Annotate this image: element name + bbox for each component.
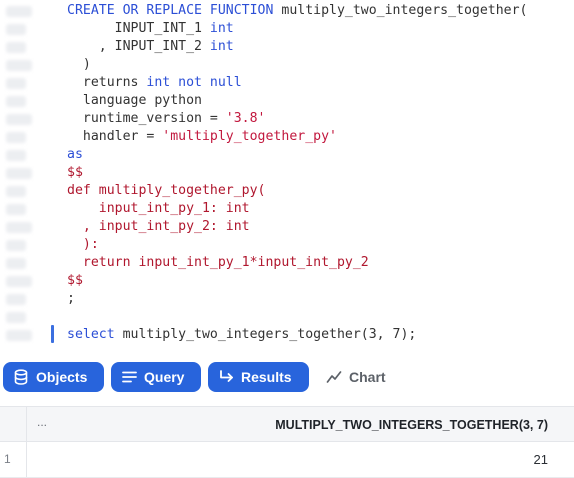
code-token: as <box>67 147 83 162</box>
code-line[interactable]: ): <box>67 236 528 254</box>
line-number <box>6 96 26 107</box>
code-token: language python <box>67 93 202 108</box>
line-number <box>6 168 32 179</box>
line-number <box>6 42 26 53</box>
code-line[interactable]: as <box>67 146 528 164</box>
tab-query-label: Query <box>144 369 185 385</box>
code-token: ): <box>67 237 99 252</box>
line-number <box>6 240 26 251</box>
line-number <box>6 294 26 305</box>
line-number <box>6 78 26 89</box>
tab-results-label: Results <box>241 369 292 385</box>
code-token: int <box>209 21 234 36</box>
line-number <box>6 150 26 161</box>
result-tabs: Objects Query Results Chart <box>0 352 574 402</box>
code-line[interactable]: ) <box>67 56 528 74</box>
line-number <box>6 60 32 71</box>
line-number <box>6 222 32 233</box>
lines-icon <box>121 369 137 385</box>
code-token: int <box>209 39 234 54</box>
line-number <box>6 114 32 125</box>
code-line[interactable] <box>67 308 528 326</box>
line-number <box>6 186 26 197</box>
code-token: $$ <box>67 165 83 180</box>
code-line[interactable]: handler = 'multiply_together_py' <box>67 128 528 146</box>
line-number <box>6 276 32 287</box>
active-statement-marker <box>51 325 54 343</box>
results-header-row: ... MULTIPLY_TWO_INTEGERS_TOGETHER(3, 7) <box>0 406 574 442</box>
tab-objects-label: Objects <box>36 369 88 385</box>
code-line[interactable]: , INPUT_INT_2 int <box>67 38 528 56</box>
code-token: CREATE OR REPLACE FUNCTION <box>67 3 282 18</box>
code-token: , input_int_py_2: int <box>67 219 250 234</box>
sql-editor[interactable]: CREATE OR REPLACE FUNCTION multiply_two_… <box>0 0 574 352</box>
code-line[interactable]: , input_int_py_2: int <box>67 218 528 236</box>
code-token: 'multiply_together_py' <box>162 129 337 144</box>
code-token: ) <box>67 57 91 72</box>
tab-results[interactable]: Results <box>208 362 309 392</box>
line-number <box>6 204 26 215</box>
code-token: input_int_py_1: int <box>67 201 250 216</box>
line-number <box>6 312 26 323</box>
code-line[interactable]: input_int_py_1: int <box>67 200 528 218</box>
code-token: '3.8' <box>225 111 266 126</box>
code-token: handler = <box>67 129 163 144</box>
code-line[interactable]: language python <box>67 92 528 110</box>
code-line[interactable]: select multiply_two_integers_together(3,… <box>67 326 528 344</box>
table-row[interactable]: 1 21 <box>0 442 574 478</box>
line-number-gutter <box>0 0 38 352</box>
header-menu[interactable]: ... <box>37 415 47 429</box>
code-token: returns <box>67 75 147 90</box>
line-number <box>6 6 32 17</box>
code-token: select <box>67 327 123 342</box>
line-chart-icon <box>326 369 342 385</box>
line-number <box>6 330 32 341</box>
code-token: runtime_version = <box>67 111 226 126</box>
code-area[interactable]: CREATE OR REPLACE FUNCTION multiply_two_… <box>67 2 528 344</box>
result-value[interactable]: 21 <box>534 452 548 467</box>
code-line[interactable]: CREATE OR REPLACE FUNCTION multiply_two_… <box>67 2 528 20</box>
code-line[interactable]: $$ <box>67 164 528 182</box>
code-token: , INPUT_INT_2 <box>67 39 210 54</box>
return-arrow-icon <box>218 369 234 385</box>
tab-chart[interactable]: Chart <box>316 362 396 392</box>
row-number: 1 <box>4 452 11 466</box>
code-token: multiply_two_integers_together( <box>281 3 528 18</box>
tab-query[interactable]: Query <box>111 362 201 392</box>
code-line[interactable]: returns int not null <box>67 74 528 92</box>
code-line[interactable]: ; <box>67 290 528 308</box>
code-token: return input_int_py_1*input_int_py_2 <box>67 255 369 270</box>
results-table: ... MULTIPLY_TWO_INTEGERS_TOGETHER(3, 7)… <box>0 406 574 478</box>
line-number <box>6 132 26 143</box>
line-number <box>6 258 26 269</box>
tab-chart-label: Chart <box>349 369 386 385</box>
column-header[interactable]: MULTIPLY_TWO_INTEGERS_TOGETHER(3, 7) <box>275 418 548 432</box>
line-number <box>6 24 26 35</box>
code-token: int not null <box>146 75 242 90</box>
code-line[interactable]: $$ <box>67 272 528 290</box>
code-token: ; <box>67 291 75 306</box>
code-line[interactable]: INPUT_INT_1 int <box>67 20 528 38</box>
code-line[interactable]: def multiply_together_py( <box>67 182 528 200</box>
code-line[interactable]: return input_int_py_1*input_int_py_2 <box>67 254 528 272</box>
code-token: $$ <box>67 273 83 288</box>
tab-objects[interactable]: Objects <box>3 362 104 392</box>
code-line[interactable]: runtime_version = '3.8' <box>67 110 528 128</box>
code-token: def multiply_together_py( <box>67 183 266 198</box>
database-icon <box>13 369 29 385</box>
code-token: INPUT_INT_1 <box>67 21 210 36</box>
code-token: multiply_two_integers_together(3, 7); <box>122 327 417 342</box>
